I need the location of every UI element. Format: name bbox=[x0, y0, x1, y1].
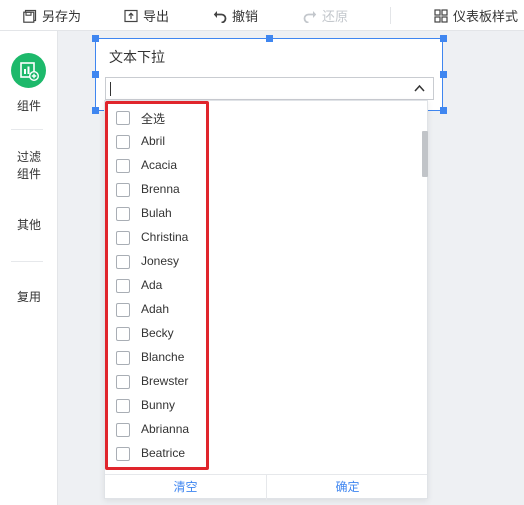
left-sidebar: 组件 过滤 组件 其他 复用 bbox=[0, 31, 58, 505]
undo-button[interactable]: 撤销 bbox=[213, 7, 258, 24]
resize-handle-bottom-right[interactable] bbox=[440, 107, 447, 114]
save-as-icon bbox=[23, 9, 37, 23]
resize-handle-left[interactable] bbox=[92, 71, 99, 78]
text-cursor bbox=[110, 82, 111, 96]
highlight-box bbox=[105, 101, 209, 470]
redo-label: 还原 bbox=[322, 9, 349, 24]
dashboard-style-button[interactable]: 仪表板样式 bbox=[434, 7, 518, 24]
dashboard-style-icon bbox=[434, 8, 448, 23]
redo-button[interactable]: 还原 bbox=[303, 7, 348, 24]
resize-handle-top[interactable] bbox=[266, 35, 273, 42]
dropdown-footer: 清空 确定 bbox=[105, 474, 428, 500]
resize-handle-top-right[interactable] bbox=[440, 35, 447, 42]
dropdown-combo-input[interactable] bbox=[105, 77, 434, 100]
resize-handle-right[interactable] bbox=[440, 71, 447, 78]
save-as-button[interactable]: 另存为 bbox=[23, 7, 81, 24]
sidebar-item-other[interactable]: 其他 bbox=[0, 217, 58, 234]
clear-button[interactable]: 清空 bbox=[105, 475, 266, 500]
sidebar-divider bbox=[11, 129, 43, 130]
widget-title: 文本下拉 bbox=[109, 49, 165, 65]
sidebar-item-filter-line2: 组件 bbox=[16, 167, 41, 181]
export-label: 导出 bbox=[143, 9, 170, 24]
toolbar-divider bbox=[390, 7, 391, 24]
save-as-label: 另存为 bbox=[42, 9, 82, 24]
resize-handle-bottom-left[interactable] bbox=[92, 107, 99, 114]
export-icon bbox=[124, 9, 138, 22]
confirm-button[interactable]: 确定 bbox=[267, 475, 428, 500]
dashboard-style-label: 仪表板样式 bbox=[453, 9, 519, 24]
undo-label: 撤销 bbox=[232, 9, 259, 24]
sidebar-item-filter-line1: 过滤 bbox=[16, 150, 41, 164]
sidebar-divider bbox=[11, 261, 43, 262]
sidebar-item-reuse[interactable]: 复用 bbox=[0, 289, 58, 306]
export-button[interactable]: 导出 bbox=[124, 7, 169, 24]
sidebar-item-components[interactable]: 组件 bbox=[0, 98, 58, 115]
top-toolbar: 另存为 导出 撤销 还原 仪表板样式 bbox=[0, 0, 524, 31]
sidebar-item-filter[interactable]: 过滤 组件 bbox=[0, 149, 58, 183]
redo-icon bbox=[303, 10, 317, 23]
chevron-up-icon[interactable] bbox=[414, 84, 425, 92]
undo-icon bbox=[213, 10, 227, 23]
scrollbar-thumb[interactable] bbox=[422, 131, 428, 177]
components-button[interactable] bbox=[11, 53, 46, 88]
add-component-icon bbox=[19, 61, 39, 81]
resize-handle-top-left[interactable] bbox=[92, 35, 99, 42]
